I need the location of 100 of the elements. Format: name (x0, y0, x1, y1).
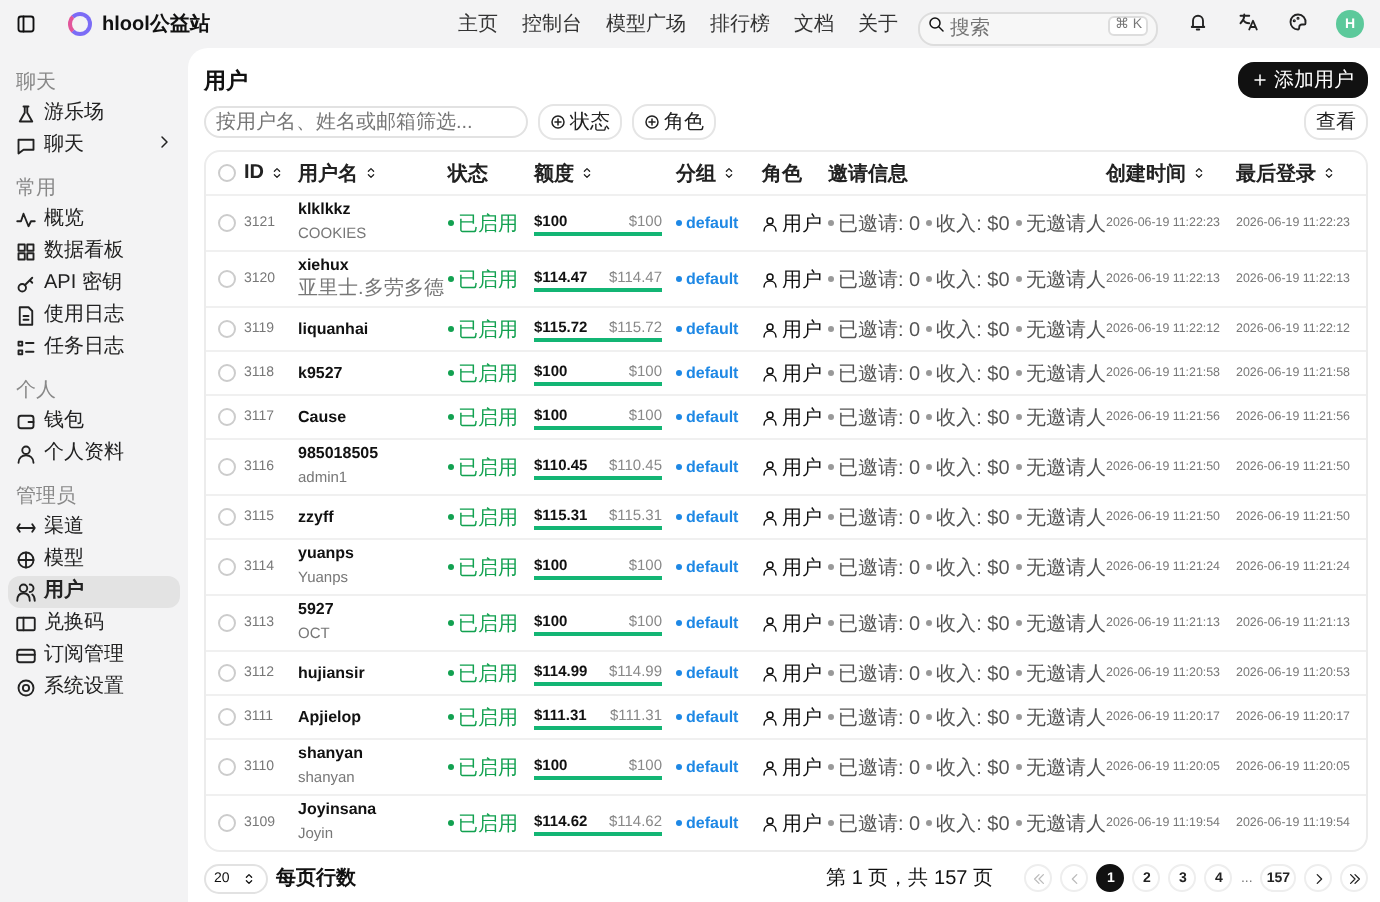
first-page-button[interactable] (1024, 864, 1053, 892)
invite-info: 无邀请人 (1015, 359, 1106, 387)
column-header[interactable]: ID (244, 162, 296, 184)
site-name[interactable]: hlool公益站 (102, 10, 210, 38)
sidebar-item[interactable]: 渠道 (8, 512, 180, 544)
username: 5927 (298, 600, 336, 620)
nav-link[interactable]: 文档 (794, 10, 834, 38)
sidebar-item[interactable]: 聊天 (8, 130, 180, 162)
invite-info: 收入: $0 (926, 503, 1010, 531)
invite-info: 无邀请人 (1015, 659, 1106, 687)
username: klklkkz (298, 200, 353, 220)
sidebar-item[interactable]: 模型 (8, 544, 180, 576)
invite-info: 已邀请: 0 (828, 359, 921, 387)
sidebar-item[interactable]: 使用日志 (8, 300, 180, 332)
role-label: 用户 (762, 209, 826, 237)
invite-info: 无邀请人 (1015, 403, 1106, 431)
row-checkbox[interactable] (218, 614, 236, 632)
group-tag: default (676, 364, 760, 382)
role-label: 用户 (762, 315, 826, 343)
rows-per-page-label: 每页行数 (276, 865, 356, 892)
row-checkbox[interactable] (218, 214, 236, 232)
next-page-button[interactable] (1304, 864, 1332, 892)
status-badge: 已启用 (448, 315, 532, 343)
page-info: 第 1 页，共 157 页 (826, 865, 993, 892)
group-tag: default (676, 214, 760, 232)
nav-link[interactable]: 模型广场 (606, 10, 686, 38)
sidebar-item[interactable]: 钱包 (8, 406, 180, 438)
filter-button[interactable]: 角色 (632, 104, 716, 140)
invite-info: 已邀请: 0 (828, 403, 921, 431)
group-tag: default (676, 758, 760, 776)
plus-icon (1252, 72, 1268, 88)
sidebar-item[interactable]: 订阅管理 (8, 640, 180, 672)
palette-icon (1288, 12, 1308, 32)
invite-info: 无邀请人 (1015, 553, 1106, 581)
column-header[interactable]: 角色 (762, 159, 826, 187)
sidebar-item[interactable]: 数据看板 (8, 236, 180, 268)
column-header[interactable]: 邀请信息 (828, 159, 1104, 187)
sidebar-item[interactable]: API 密钥 (8, 268, 180, 300)
column-header[interactable]: 分组 (676, 159, 760, 187)
invite-info: 已邀请: 0 (828, 209, 921, 237)
invite-info: 收入: $0 (926, 703, 1010, 731)
chevron-icon (156, 134, 172, 150)
sidebar-item[interactable]: 兑换码 (8, 608, 180, 640)
row-checkbox[interactable] (218, 408, 236, 426)
group-tag: default (676, 558, 760, 576)
row-checkbox[interactable] (218, 320, 236, 338)
document-icon (16, 306, 36, 326)
pulse-icon (16, 210, 36, 230)
sidebar-item[interactable]: 用户 (8, 576, 180, 608)
user-icon (762, 215, 778, 231)
nav-link[interactable]: 排行榜 (710, 10, 770, 38)
sidebar-item[interactable]: 游乐场 (8, 98, 180, 130)
select-all-checkbox[interactable] (218, 164, 236, 182)
invite-info: 已邀请: 0 (828, 809, 921, 837)
row-checkbox[interactable] (218, 364, 236, 382)
group-tag: default (676, 664, 760, 682)
previous-page-button[interactable] (1060, 864, 1089, 892)
invite-info: 已邀请: 0 (828, 503, 921, 531)
column-header[interactable]: 创建时间 (1106, 159, 1234, 187)
row-checkbox[interactable] (218, 508, 236, 526)
row-checkbox[interactable] (218, 458, 236, 476)
sidebar-item[interactable]: 任务日志 (8, 332, 180, 364)
row-checkbox[interactable] (218, 814, 236, 832)
filter-button[interactable]: 状态 (538, 104, 622, 140)
sidebar-item[interactable]: 个人资料 (8, 438, 180, 470)
display-name: 亚里士.多劳多德 (298, 276, 446, 302)
invite-info: 无邀请人 (1015, 453, 1106, 481)
nav-link[interactable]: 主页 (458, 10, 498, 38)
invite-info: 已邀请: 0 (828, 265, 921, 293)
column-header[interactable]: 状态 (448, 159, 532, 187)
username: yuanps (298, 544, 357, 564)
column-header[interactable]: 用户名 (298, 159, 446, 187)
invite-info: 收入: $0 (926, 265, 1010, 293)
sort-icon (580, 166, 594, 180)
sidebar-item[interactable]: 概览 (8, 204, 180, 236)
user-icon (762, 459, 778, 475)
invite-info: 无邀请人 (1015, 503, 1106, 531)
row-checkbox[interactable] (218, 558, 236, 576)
sidebar-item[interactable]: 系统设置 (8, 672, 180, 704)
view-button[interactable]: 查看 (1304, 104, 1368, 140)
nav-link[interactable]: 关于 (858, 10, 898, 38)
filter-field[interactable]: 按用户名、姓名或邮箱筛选... (204, 106, 528, 138)
last-page-button[interactable] (1340, 864, 1368, 892)
row-checkbox[interactable] (218, 758, 236, 776)
row-checkbox[interactable] (218, 708, 236, 726)
username: k9527 (298, 363, 345, 383)
invite-info: 收入: $0 (926, 315, 1010, 343)
row-checkbox[interactable] (218, 664, 236, 682)
add-user-button[interactable]: 添加用户 (1238, 62, 1368, 98)
username: 985018505 (298, 444, 381, 464)
wallet-icon (16, 412, 36, 432)
column-header[interactable]: 额度 (534, 159, 674, 187)
chevron-left-icon (1067, 871, 1082, 885)
column-header[interactable]: 最后登录 (1236, 159, 1364, 187)
user-icon (762, 559, 778, 575)
row-checkbox[interactable] (218, 270, 236, 288)
group-tag: default (676, 270, 760, 288)
status-badge: 已启用 (448, 753, 532, 781)
nav-link[interactable]: 控制台 (522, 10, 582, 38)
invite-info: 无邀请人 (1015, 609, 1106, 637)
